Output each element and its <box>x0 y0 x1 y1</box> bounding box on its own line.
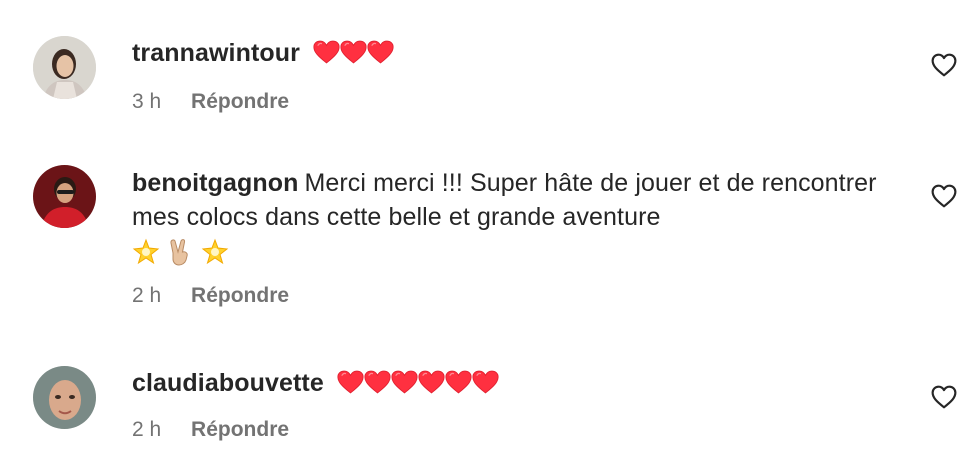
comment-time[interactable]: 2 h <box>132 418 161 441</box>
red-heart-emoji <box>367 40 394 64</box>
heart-outline-icon[interactable] <box>931 184 957 208</box>
red-heart-emoji <box>418 370 445 394</box>
comment-meta: 3 h Répondre <box>132 88 900 116</box>
glowing-star-emoji <box>201 238 229 266</box>
hearts-emoji-group <box>313 40 394 64</box>
reply-button[interactable]: Répondre <box>191 284 289 307</box>
comment-time[interactable]: 3 h <box>132 90 161 113</box>
avatar[interactable] <box>33 366 96 429</box>
comment-text: trannawintour <box>132 36 900 70</box>
heart-outline-icon[interactable] <box>931 53 957 77</box>
comment-username[interactable]: trannawintour <box>132 39 300 67</box>
reply-button[interactable]: Répondre <box>191 418 289 441</box>
red-heart-emoji <box>391 370 418 394</box>
comment-time[interactable]: 2 h <box>132 284 161 307</box>
comment-meta: 2 h Répondre <box>132 416 900 444</box>
red-heart-emoji <box>337 370 364 394</box>
red-heart-emoji <box>472 370 499 394</box>
red-heart-emoji <box>313 40 340 64</box>
avatar[interactable] <box>33 165 96 228</box>
red-heart-emoji <box>445 370 472 394</box>
hearts-emoji-group <box>337 370 499 394</box>
red-heart-emoji <box>340 40 367 64</box>
victory-hand-emoji <box>166 238 194 266</box>
emoji-row <box>132 238 900 266</box>
red-heart-emoji <box>364 370 391 394</box>
avatar[interactable] <box>33 36 96 99</box>
glowing-star-emoji <box>132 238 160 266</box>
comment-text: claudiabouvette <box>132 366 900 400</box>
comment-username[interactable]: benoitgagnon <box>132 169 298 197</box>
heart-outline-icon[interactable] <box>931 385 957 409</box>
comment-username[interactable]: claudiabouvette <box>132 369 324 397</box>
comment-text: benoitgagnon Merci merci !!! Super hâte d… <box>132 166 900 234</box>
comment-meta: 2 h Répondre <box>132 282 900 310</box>
reply-button[interactable]: Répondre <box>191 90 289 113</box>
